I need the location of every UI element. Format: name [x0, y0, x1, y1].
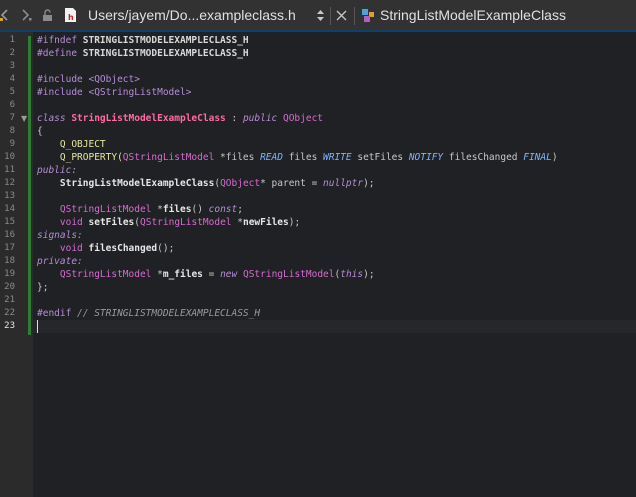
modified-lines-marker [28, 36, 31, 335]
code-line: class StringListModelExampleClass : publ… [37, 113, 324, 124]
line-number: 8 [9, 126, 15, 136]
line-number: 2 [9, 48, 15, 58]
toolbar-separator [330, 7, 331, 25]
code-line: #ifndef STRINGLISTMODELEXAMPLECLASS_H [37, 35, 249, 46]
line-number: 9 [9, 139, 15, 149]
line-number: 13 [4, 191, 15, 201]
header-file-icon: h [64, 7, 77, 23]
line-number: 20 [4, 282, 15, 292]
chevron-right-icon [20, 9, 32, 21]
line-number: 17 [4, 243, 15, 253]
line-number: 22 [4, 308, 15, 318]
back-button[interactable] [0, 0, 12, 30]
code-line: signals: [37, 230, 83, 241]
file-path-label: Users/jayem/Do...exampleclass.h [88, 7, 296, 23]
line-number: 10 [4, 152, 15, 162]
file-lock-button[interactable] [42, 0, 54, 30]
file-path-selector[interactable]: Users/jayem/Do...exampleclass.h [88, 0, 296, 30]
chevron-left-icon [0, 9, 10, 21]
file-switcher-button[interactable] [316, 0, 326, 30]
code-line: void setFiles(QStringListModel *newFiles… [59, 217, 301, 228]
line-number: 1 [9, 35, 15, 45]
lock-icon [42, 8, 53, 22]
code-line: }; [37, 282, 49, 293]
code-line: private: [37, 256, 83, 267]
line-number: 15 [4, 217, 15, 227]
close-document-button[interactable] [336, 0, 348, 30]
updown-arrows-icon [316, 9, 325, 22]
toolbar-separator [354, 7, 355, 25]
code-line: #define STRINGLISTMODELEXAMPLECLASS_H [37, 48, 249, 59]
symbol-selector[interactable]: StringListModelExampleClass [361, 0, 566, 30]
code-line: #include <QStringListModel> [37, 87, 192, 98]
code-line: StringListModelExampleClass(QObject* par… [59, 178, 375, 189]
code-line: void filesChanged(); [59, 243, 175, 254]
close-icon [336, 10, 347, 21]
line-number: 14 [4, 204, 15, 214]
code-line: #endif // STRINGLISTMODELEXAMPLECLASS_H [37, 308, 261, 319]
current-line-highlight [33, 320, 636, 333]
line-number: 6 [9, 100, 15, 110]
text-cursor [37, 320, 38, 333]
editor-toolbar: h Users/jayem/Do...exampleclass.h String… [0, 0, 636, 32]
line-number: 18 [4, 256, 15, 266]
line-number: 11 [4, 165, 15, 175]
line-number: 19 [4, 269, 15, 279]
line-number: 16 [4, 230, 15, 240]
class-symbol-icon [361, 8, 376, 23]
forward-button[interactable] [20, 0, 34, 30]
symbol-label: StringListModelExampleClass [380, 7, 566, 23]
code-line: { [37, 126, 43, 137]
code-line: QStringListModel *files() const; [59, 204, 243, 215]
code-line: Q_PROPERTY(QStringListModel *files READ … [37, 152, 558, 163]
file-type-icon-box: h [64, 0, 78, 30]
line-number: 12 [4, 178, 15, 188]
svg-text:h: h [68, 13, 74, 22]
line-number-gutter[interactable]: 1 2 3 4 5 6 7 ▼ 8 9 10 11 12 13 14 15 16… [0, 32, 33, 497]
code-line: Q_OBJECT [37, 139, 106, 150]
code-editor[interactable]: #ifndef STRINGLISTMODELEXAMPLECLASS_H #d… [33, 32, 636, 497]
code-line: QStringListModel *m_files = new QStringL… [59, 269, 375, 280]
line-number-current: 23 [4, 321, 15, 331]
line-number: 5 [9, 87, 15, 97]
line-number: 4 [9, 74, 15, 84]
line-number: 3 [9, 61, 15, 71]
line-number: 21 [4, 295, 15, 305]
fold-marker-icon[interactable]: ▼ [21, 112, 29, 125]
code-line: #include <QObject> [37, 74, 140, 85]
code-line: public: [37, 165, 78, 176]
line-number: 7 [9, 113, 15, 123]
